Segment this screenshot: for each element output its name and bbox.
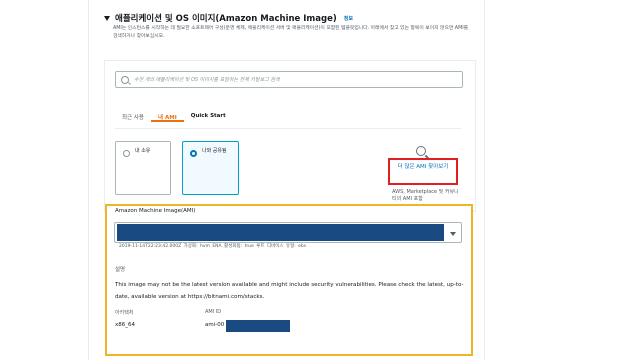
ami-select-label: Amazon Machine Image(AMI) bbox=[115, 208, 196, 214]
section-title: 애플리케이션 및 OS 이미지(Amazon Machine Image) bbox=[115, 14, 337, 24]
ami-meta: 2019-11-14T22:23:42.000Z 가상화: hvm ENA 활성… bbox=[119, 244, 307, 249]
owned-by-me-label: 내 소유 bbox=[135, 148, 151, 154]
ami-id-value: ami-00 bbox=[205, 322, 225, 328]
ami-select-redacted-value[interactable] bbox=[117, 224, 444, 241]
ami-tabs: 최근 사용 내 AMI Quick Start bbox=[115, 110, 233, 122]
search-placeholder: 수천 개의 애플리케이션 및 OS 이미지를 포함하는 전체 카탈로그 검색 bbox=[134, 77, 280, 83]
search-icon bbox=[121, 75, 129, 84]
browse-subtext: AWS, Marketplace 및 커뮤니티의 AMI 포함 bbox=[392, 189, 459, 201]
shared-with-me-radio[interactable] bbox=[190, 150, 197, 157]
info-link[interactable]: 정보 bbox=[344, 15, 353, 22]
tab-quick-start[interactable]: Quick Start bbox=[184, 110, 233, 122]
ami-id-label: AMI ID bbox=[205, 309, 222, 315]
shared-with-me-label: 나와 공유됨 bbox=[202, 148, 227, 154]
magnifier-icon bbox=[416, 146, 426, 156]
ami-id-redaction bbox=[226, 320, 290, 332]
browse-more-amis-link[interactable]: 더 많은 AMI 찾아보기 bbox=[392, 163, 454, 172]
tab-recent[interactable]: 최근 사용 bbox=[115, 110, 151, 122]
architecture-label: 아키텍처 bbox=[115, 310, 134, 316]
tab-my-ami[interactable]: 내 AMI bbox=[151, 110, 184, 122]
ami-description: This image may not be the latest version… bbox=[115, 282, 464, 300]
architecture-value: x86_64 bbox=[115, 322, 136, 328]
catalog-search-input[interactable]: 수천 개의 애플리케이션 및 OS 이미지를 포함하는 전체 카탈로그 검색 bbox=[115, 71, 463, 88]
tabs-divider bbox=[115, 128, 461, 129]
shared-with-me-option[interactable]: 나와 공유됨 bbox=[182, 141, 239, 195]
collapse-caret-icon[interactable] bbox=[104, 15, 110, 21]
owned-by-me-radio[interactable] bbox=[123, 150, 130, 157]
section-description: AMI는 인스턴스를 시작하는 데 필요한 소프트웨어 구성(운영 체제, 애플… bbox=[113, 26, 469, 39]
description-label: 설명 bbox=[115, 267, 126, 273]
chevron-down-icon[interactable] bbox=[450, 232, 456, 236]
owned-by-me-option[interactable]: 내 소유 bbox=[115, 141, 171, 195]
section-header[interactable]: 애플리케이션 및 OS 이미지(Amazon Machine Image) 정보 bbox=[104, 12, 353, 24]
